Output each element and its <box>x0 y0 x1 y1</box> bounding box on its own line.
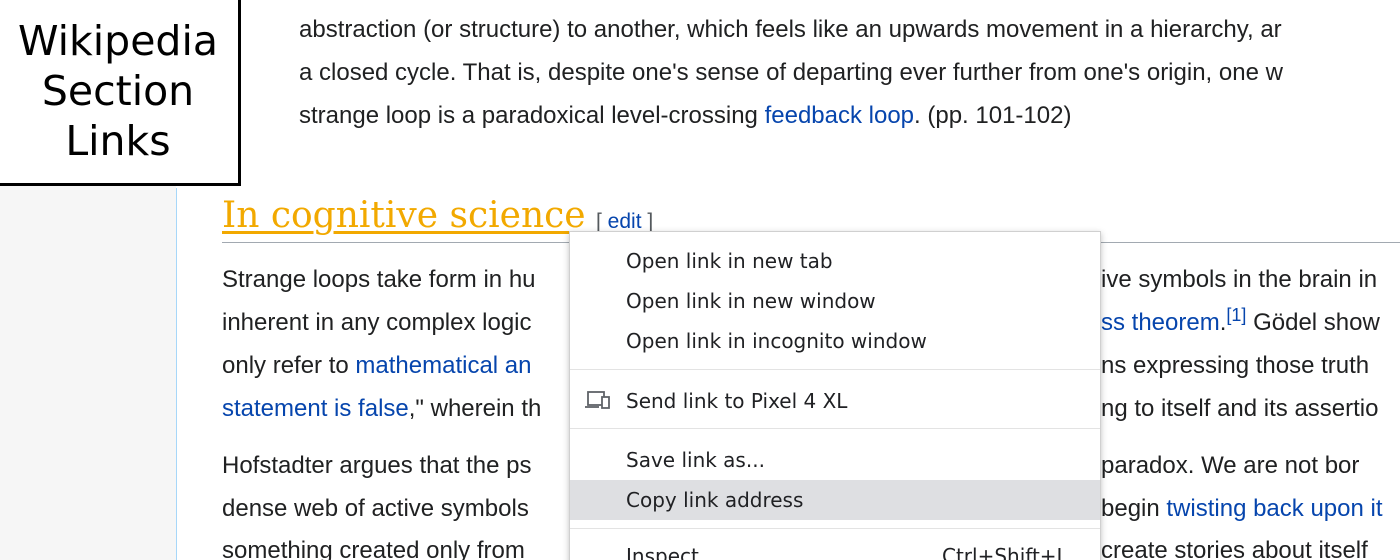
menu-label: Save link as... <box>626 448 765 472</box>
para1-line-2a: inherent in any complex logic <box>222 309 532 336</box>
menu-open-new-window[interactable]: Open link in new window <box>570 281 1100 321</box>
para2-line-2a: dense web of active symbols <box>222 495 529 522</box>
para1-line-3b: ns expressing those truth <box>1101 352 1370 379</box>
menu-label: Open link in new tab <box>626 249 833 273</box>
feedback-loop-link[interactable]: feedback loop <box>765 102 914 129</box>
edit-bracket-open: [ <box>596 210 608 233</box>
para2-text: begin <box>1101 495 1167 522</box>
incompleteness-theorem-link[interactable]: ss theorem <box>1101 309 1220 336</box>
para1-line-1a: Strange loops take form in hu <box>222 266 536 293</box>
intro-line-3: strange loop is a paradoxical level-cros… <box>299 102 1071 130</box>
para2-line-1a: Hofstadter argues that the ps <box>222 452 532 479</box>
para1-line-3a: only refer to mathematical an <box>222 352 532 380</box>
section-heading-text: In cognitive science <box>222 195 586 236</box>
badge-line-1: Wikipedia <box>18 16 218 65</box>
intro-text: strange loop is a paradoxical level-cros… <box>299 102 765 129</box>
section-heading: In cognitive science <box>222 195 586 236</box>
menu-separator <box>570 528 1100 529</box>
menu-shortcut: Ctrl+Shift+I <box>942 544 1063 560</box>
para1-text: ," wherein th <box>408 395 542 422</box>
para1-line-2b: ss theorem.[1] Gödel show <box>1101 306 1380 337</box>
menu-label: Open link in new window <box>626 289 876 313</box>
menu-separator <box>570 369 1100 370</box>
para2-line-3a: something created only from <box>222 537 525 560</box>
statement-is-false-link[interactable]: statement is false <box>222 395 409 422</box>
para1-text: Gödel show <box>1246 309 1380 336</box>
badge-line-3: Links <box>65 116 171 165</box>
menu-open-incognito[interactable]: Open link in incognito window <box>570 321 1100 361</box>
device-icon <box>585 391 610 409</box>
para2-line-2b: begin twisting back upon it <box>1101 495 1383 523</box>
intro-line-1: abstraction (or structure) to another, w… <box>299 16 1282 43</box>
context-menu: Open link in new tab Open link in new wi… <box>569 231 1101 560</box>
para1-line-4b: ng to itself and its assertio <box>1101 395 1379 422</box>
para2-line-1b: paradox. We are not bor <box>1101 452 1360 479</box>
menu-label: Send link to Pixel 4 XL <box>626 389 848 413</box>
menu-open-new-tab[interactable]: Open link in new tab <box>570 241 1100 281</box>
badge-line-2: Section <box>41 66 195 115</box>
title-badge: Wikipedia Section Links <box>0 0 241 186</box>
para2-line-3b: create stories about itself <box>1101 537 1368 560</box>
twisting-back-link[interactable]: twisting back upon it <box>1166 495 1382 522</box>
intro-line-2: a closed cycle. That is, despite one's s… <box>299 59 1283 86</box>
para1-text: only refer to <box>222 352 356 379</box>
menu-save-link-as[interactable]: Save link as... <box>570 440 1100 480</box>
intro-text: . (pp. 101-102) <box>914 102 1072 129</box>
menu-inspect[interactable]: Inspect Ctrl+Shift+I <box>570 536 1100 560</box>
menu-separator <box>570 428 1100 429</box>
para1-line-4a: statement is false," wherein th <box>222 395 541 423</box>
edit-link[interactable]: edit <box>608 210 642 233</box>
menu-label: Inspect <box>626 544 699 560</box>
mathematical-link[interactable]: mathematical an <box>355 352 531 379</box>
para1-line-1b: ive symbols in the brain in <box>1101 266 1378 293</box>
edit-bracket-close: ] <box>641 210 654 233</box>
menu-copy-link-address[interactable]: Copy link address <box>570 480 1100 520</box>
menu-label: Copy link address <box>626 488 804 512</box>
menu-send-to-device[interactable]: Send link to Pixel 4 XL <box>570 381 1100 421</box>
content-border <box>176 188 177 560</box>
menu-label: Open link in incognito window <box>626 329 927 353</box>
citation-1-link[interactable]: [1] <box>1226 305 1246 325</box>
